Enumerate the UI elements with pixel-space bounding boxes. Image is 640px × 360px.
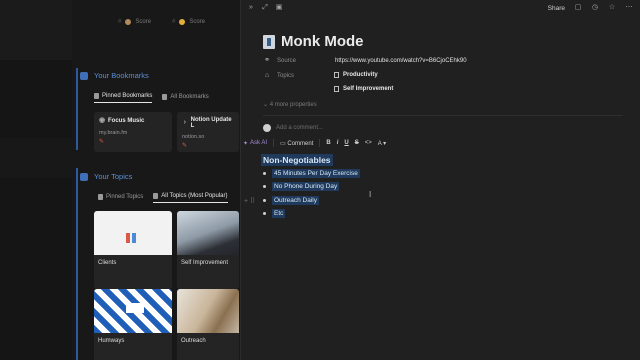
list-item[interactable]: 45 Minutes Per Day Exercise	[263, 169, 360, 178]
list-icon	[162, 93, 168, 100]
topic-card[interactable]: Humways	[94, 289, 172, 360]
tag-icon	[80, 172, 88, 181]
list-item[interactable]: Etc	[263, 209, 286, 218]
tab-all-topics[interactable]: All Topics (Most Popular)	[153, 193, 228, 203]
content-heading[interactable]: Non-Negotiables	[261, 154, 333, 166]
topic-relation-item[interactable]: Self Improvement	[334, 86, 393, 92]
topic-relation-item[interactable]: Productivity	[334, 72, 378, 78]
bold-button[interactable]: B	[326, 140, 330, 146]
bookmarks-tabs: Pinned Bookmarks All Bookmarks	[94, 93, 209, 103]
document-icon	[334, 72, 339, 78]
score-column-header[interactable]: # Score	[172, 19, 205, 25]
tag-icon: ⌂	[264, 72, 270, 79]
more-properties-toggle[interactable]: ⌄ 4 more properties	[263, 101, 317, 108]
collapse-panel-icon[interactable]: »	[247, 4, 255, 12]
comment-button[interactable]: ▭ Comment	[280, 140, 313, 147]
comment-icon[interactable]: ▢	[574, 4, 582, 12]
topics-heading: Your Topics	[80, 172, 132, 181]
bookmarks-accent-bar	[76, 68, 78, 150]
more-options-icon[interactable]: ⋯	[625, 4, 633, 12]
avatar	[263, 124, 271, 132]
text-color-button[interactable]: A ▾	[378, 140, 386, 147]
pin-icon	[98, 193, 103, 200]
topic-card[interactable]: Self Improvement	[177, 211, 239, 289]
ask-ai-button[interactable]: ✦ Ask AI	[243, 140, 267, 147]
strikethrough-button[interactable]: S	[355, 140, 359, 146]
panel-mode-icon[interactable]: ▣	[275, 4, 283, 12]
tab-pinned-topics[interactable]: Pinned Topics	[98, 193, 143, 203]
property-source: ⚭ Source https://www.youtube.com/watch?v=…	[264, 57, 467, 64]
topic-card[interactable]: Outreach	[177, 289, 239, 360]
app-window: # Score # Score Your Bookmarks Pinned Bo…	[0, 0, 640, 360]
divider	[263, 115, 623, 116]
topic-cover-image	[94, 211, 172, 255]
score-icon	[125, 19, 132, 25]
topics-tabs: Pinned Topics All Topics (Most Popular)	[98, 193, 228, 203]
source-url-value[interactable]: https://www.youtube.com/watch?v=B6CjoCEh…	[335, 58, 467, 64]
score-column-header[interactable]: # Score	[118, 19, 151, 25]
code-button[interactable]: <>	[365, 140, 372, 146]
chevron-down-icon: ▾	[383, 140, 387, 147]
topic-card[interactable]: Clients	[94, 211, 172, 289]
pin-icon[interactable]: ✎	[182, 142, 234, 149]
tab-pinned-bookmarks[interactable]: Pinned Bookmarks	[94, 93, 153, 103]
topics-accent-bar	[76, 168, 78, 360]
side-peek-panel: » ⤢ ▣ Share ▢ ◷ ☆ ⋯ Monk Mode ⚭ Source ht…	[240, 0, 640, 360]
underline-button[interactable]: U	[344, 140, 348, 146]
tab-all-bookmarks[interactable]: All Bookmarks	[162, 93, 209, 103]
bookmark-icon	[80, 71, 88, 80]
page-icon[interactable]	[263, 34, 275, 49]
bookmarks-heading: Your Bookmarks	[80, 71, 149, 80]
star-icon[interactable]: ☆	[608, 4, 616, 12]
tag-icon	[153, 193, 159, 199]
pin-icon	[94, 93, 99, 99]
background-left-column	[0, 0, 72, 360]
formatting-toolbar: ✦ Ask AI ▭ Comment B i U S <> A ▾	[243, 137, 386, 149]
expand-icon[interactable]: ⤢	[261, 4, 269, 12]
sparkle-icon: ✦	[243, 140, 249, 147]
panel-topbar: » ⤢ ▣ Share ▢ ◷ ☆ ⋯	[241, 0, 640, 18]
topic-cover-image	[177, 289, 239, 333]
list-item[interactable]: No Phone During Day	[263, 182, 340, 191]
text-cursor-icon: I	[369, 190, 372, 199]
history-icon[interactable]: ◷	[591, 4, 599, 12]
comment-input[interactable]: Add a comment...	[263, 124, 323, 132]
page-title[interactable]: Monk Mode	[263, 33, 364, 50]
property-topics: ⌂ Topics	[264, 72, 295, 79]
list-item[interactable]: Outreach Daily	[263, 196, 319, 205]
chevron-down-icon: ⌄	[263, 102, 270, 108]
topic-cover-image	[177, 211, 239, 255]
italic-button[interactable]: i	[337, 140, 339, 146]
score-icon	[179, 19, 186, 25]
eye-icon: ◉	[99, 117, 106, 124]
block-handle-icon[interactable]: + ⠿	[244, 197, 255, 205]
pin-icon[interactable]: ✎	[99, 138, 167, 145]
share-button[interactable]: Share	[548, 5, 565, 12]
bookmark-card[interactable]: › Notion Update L notion.so ✎	[177, 112, 239, 152]
arrow-icon: ›	[183, 119, 186, 126]
link-icon: ⚭	[264, 57, 270, 64]
topic-cover-image	[94, 289, 172, 333]
bookmark-card[interactable]: ◉ Focus Music my.brain.fm ✎	[94, 112, 172, 152]
document-icon	[334, 86, 339, 92]
